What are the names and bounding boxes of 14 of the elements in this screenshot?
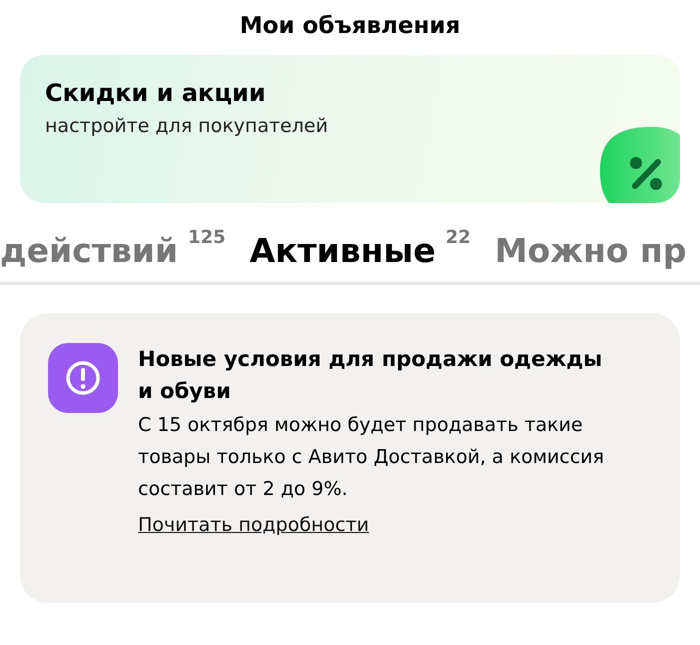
tab-count: 22 — [446, 227, 471, 248]
tab[interactable]: действий $^{125}$ — [0, 225, 226, 282]
warning-icon — [48, 343, 118, 413]
tab[interactable]: Можно пр — [494, 225, 686, 282]
details-link[interactable]: Почитать подробности — [138, 509, 369, 541]
promo-subtitle: настройте для покупателей — [45, 115, 328, 137]
notice-text: С 15 октября можно будет продавать такие товары только с Авито Доставкой, а комиссия составит от 2 до 9%. — [138, 413, 606, 502]
tab[interactable]: Активные $^{22}$ — [250, 225, 471, 282]
percent-icon — [600, 125, 680, 203]
page-title: Мои объявления — [238, 12, 462, 41]
promo-title: Скидки и акции — [45, 79, 267, 107]
tab-count: 125 — [188, 227, 226, 248]
notice-title: Новые условия для продажи одежды и обуви — [138, 346, 604, 405]
promo-card[interactable]: Скидки и акции настройте для покупателей — [20, 55, 680, 203]
